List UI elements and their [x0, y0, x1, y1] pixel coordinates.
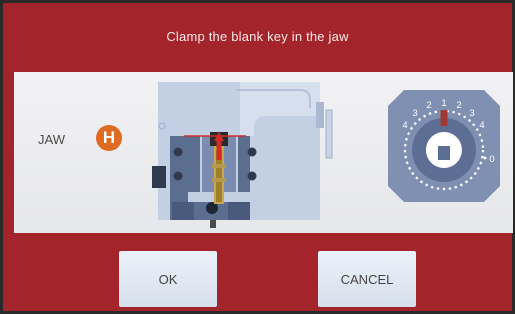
dial-number: 2 — [456, 100, 461, 111]
dial-number: 3 — [412, 108, 417, 119]
jaw-position-dial: 1 2 2 3 3 4 4 0 — [388, 90, 500, 202]
jaw-label: JAW — [38, 132, 65, 147]
ok-button[interactable]: OK — [119, 251, 217, 307]
instruction-title: Clamp the blank key in the jaw — [166, 28, 349, 44]
screen: Clamp the blank key in the jaw JAW H 1 2… — [0, 0, 515, 314]
dial-number: 2 — [426, 100, 431, 111]
jaw-clamp-diagram — [152, 82, 333, 228]
cancel-button[interactable]: CANCEL — [318, 251, 416, 307]
dial-number: 4 — [479, 120, 484, 131]
jaw-badge-icon: H — [96, 125, 122, 151]
dial-number: 3 — [469, 108, 474, 119]
dial-number: 4 — [402, 120, 407, 131]
dial-number: 1 — [441, 98, 446, 109]
dial-number: 0 — [489, 154, 494, 165]
